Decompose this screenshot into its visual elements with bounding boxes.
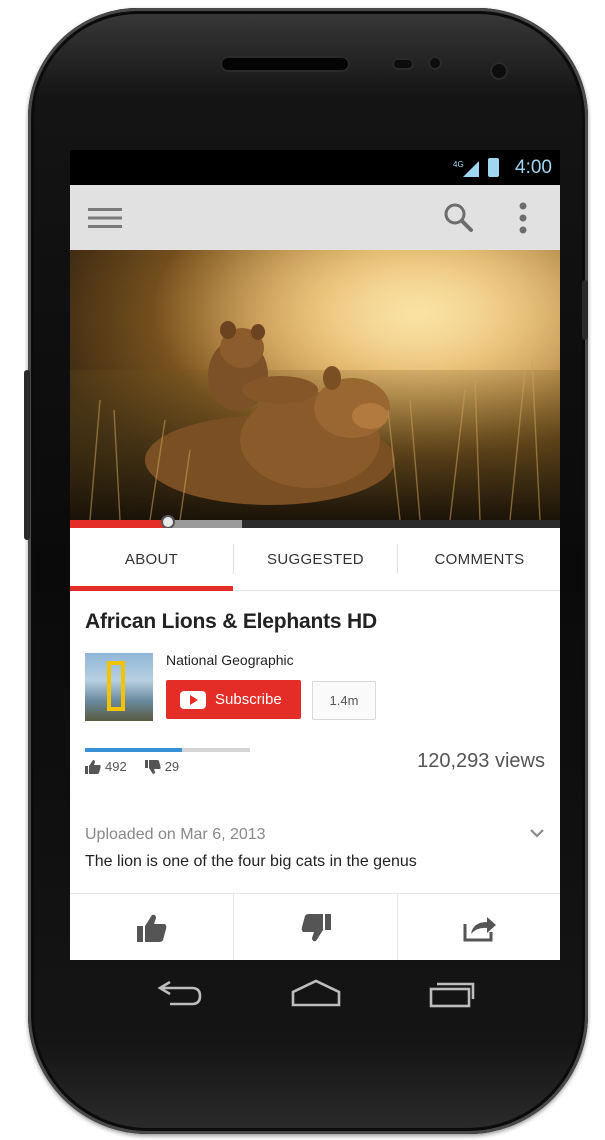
chevron-down-icon[interactable] xyxy=(529,828,545,838)
back-icon[interactable] xyxy=(156,978,204,1008)
volume-button xyxy=(24,370,30,540)
recent-apps-icon[interactable] xyxy=(428,978,476,1008)
tab-about[interactable]: ABOUT xyxy=(70,528,233,590)
subscribe-button[interactable]: Subscribe xyxy=(166,680,301,719)
tab-suggested[interactable]: SUGGESTED xyxy=(234,528,397,590)
dislike-button[interactable] xyxy=(234,894,397,960)
nat-geo-logo xyxy=(107,661,125,711)
video-progress-bar[interactable] xyxy=(70,515,560,529)
screen: 4G 4:00 ABOUT SUGGESTED COMMENTS African… xyxy=(70,150,560,960)
likes-row: 492 29 xyxy=(85,759,179,774)
action-bar xyxy=(70,893,560,960)
thumbs-up-icon xyxy=(136,914,166,942)
more-vert-icon[interactable] xyxy=(516,201,530,235)
hamburger-menu-icon[interactable] xyxy=(88,206,122,230)
app-bar xyxy=(70,185,560,250)
thumbs-down-small-icon xyxy=(144,759,161,774)
video-frame-lions xyxy=(70,250,560,520)
share-icon xyxy=(463,916,496,941)
home-icon[interactable] xyxy=(290,978,342,1008)
channel-avatar[interactable] xyxy=(85,653,153,721)
thumbs-down-icon xyxy=(301,913,331,941)
share-button[interactable] xyxy=(398,894,560,960)
youtube-play-icon xyxy=(180,690,206,709)
like-count: 492 xyxy=(105,759,127,774)
system-nav-bar xyxy=(70,960,560,1028)
earpiece-speaker xyxy=(220,56,350,72)
search-icon[interactable] xyxy=(442,201,474,233)
channel-name[interactable]: National Geographic xyxy=(166,652,294,668)
power-button xyxy=(582,280,588,340)
front-camera xyxy=(490,62,508,80)
thumbs-up-small-icon xyxy=(85,759,101,774)
battery-icon xyxy=(488,158,499,177)
like-button[interactable] xyxy=(70,894,233,960)
like-ratio-fill xyxy=(85,748,183,752)
proximity-sensor xyxy=(392,58,414,70)
dislike-count: 29 xyxy=(164,759,180,774)
tab-bar: ABOUT SUGGESTED COMMENTS xyxy=(70,528,560,591)
active-tab-indicator xyxy=(70,586,233,591)
subscribe-label: Subscribe xyxy=(215,691,282,708)
svg-text:4G: 4G xyxy=(453,160,464,169)
view-count: 120,293 views xyxy=(417,750,545,772)
upload-date: Uploaded on Mar 6, 2013 xyxy=(85,826,266,843)
status-time: 4:00 xyxy=(515,157,552,178)
tab-comments[interactable]: COMMENTS xyxy=(398,528,560,590)
light-sensor xyxy=(428,56,442,70)
signal-icon: 4G xyxy=(453,160,479,177)
scrubber-handle[interactable] xyxy=(161,515,175,529)
video-title: African Lions & Elephants HD xyxy=(85,610,377,633)
video-details: ABOUT SUGGESTED COMMENTS African Lions &… xyxy=(70,528,560,960)
video-player[interactable] xyxy=(70,250,560,520)
played-progress xyxy=(70,520,168,528)
subscriber-count: 1.4m xyxy=(312,681,376,720)
status-bar: 4G 4:00 xyxy=(70,150,560,185)
video-description: The lion is one of the four big cats in … xyxy=(85,853,417,870)
like-ratio-bar xyxy=(85,748,250,752)
